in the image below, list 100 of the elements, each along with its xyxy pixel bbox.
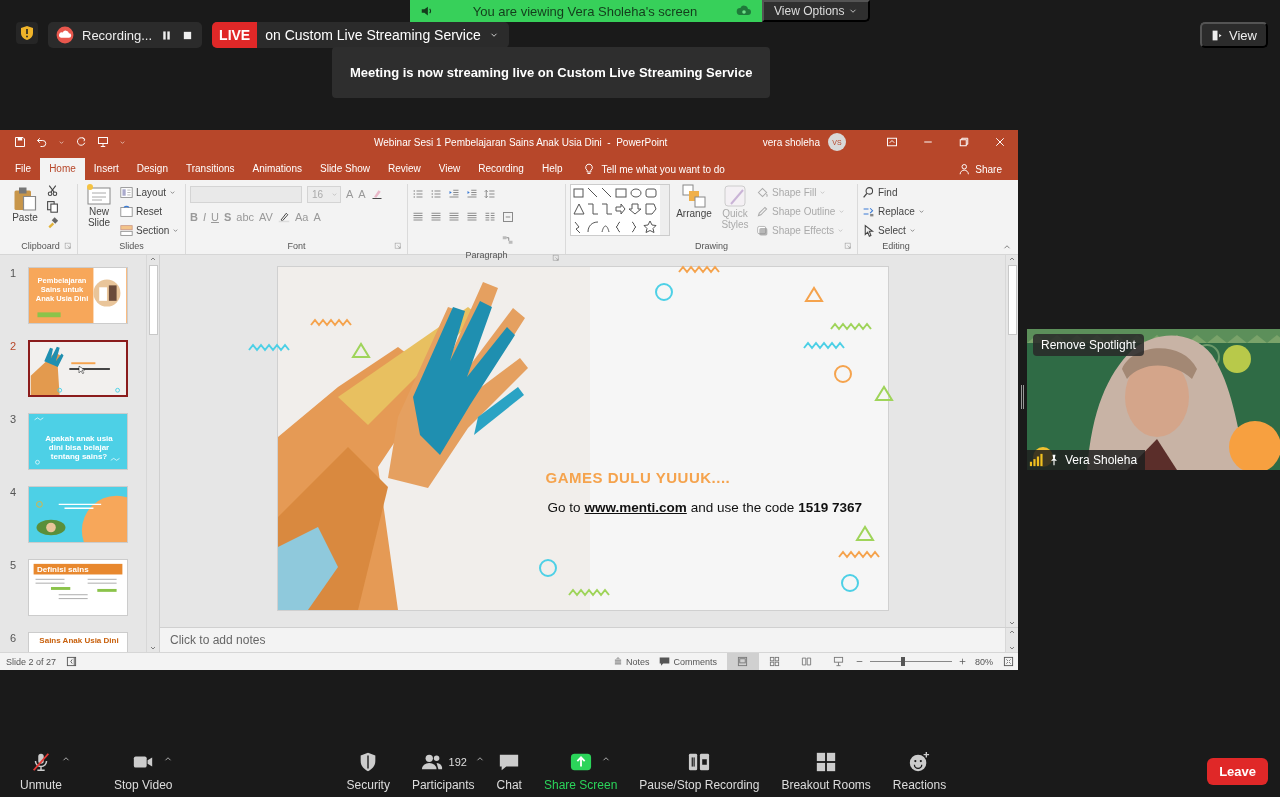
- dialog-launcher-icon[interactable]: [844, 242, 853, 251]
- dialog-launcher-icon[interactable]: [552, 254, 561, 263]
- leave-button[interactable]: Leave: [1207, 757, 1268, 785]
- ribbon-tab[interactable]: Review: [379, 158, 430, 180]
- toolbar-button[interactable]: Chat: [488, 750, 530, 792]
- caret-icon: [917, 207, 925, 215]
- font-style-button[interactable]: AV: [259, 211, 273, 223]
- toolbar-button[interactable]: Pause/Stop Recording: [631, 750, 768, 792]
- ribbon-tab[interactable]: Insert: [84, 158, 128, 180]
- ribbon-tab[interactable]: Slide Show: [311, 158, 379, 180]
- scrollbar[interactable]: [146, 255, 159, 652]
- copy-icon[interactable]: [46, 200, 59, 213]
- toolbar-button[interactable]: Unmute: [12, 750, 71, 792]
- notes-pane-icon[interactable]: [66, 656, 78, 667]
- view-options-button[interactable]: View Options: [762, 0, 871, 22]
- scrollbar-thumb[interactable]: [1007, 265, 1017, 335]
- ribbon-button[interactable]: Replace: [862, 203, 925, 219]
- scrollbar[interactable]: [1005, 628, 1018, 652]
- save-icon[interactable]: [14, 136, 26, 148]
- bullets-icon[interactable]: [412, 188, 424, 200]
- scroll-down-icon[interactable]: [1008, 619, 1016, 627]
- toolbar-button[interactable]: Stop Video: [106, 750, 181, 792]
- thumbnail-title: Apakah anak usia dini bisa belajar tentang sains?: [45, 434, 113, 461]
- zoom-level[interactable]: 80%: [975, 656, 993, 667]
- fit-slide-icon[interactable]: [1003, 656, 1014, 667]
- share-button[interactable]: Share: [959, 158, 1002, 180]
- ribbon-button[interactable]: Reset: [120, 203, 180, 219]
- highlight-icon[interactable]: [277, 211, 290, 223]
- text-align-icon[interactable]: [502, 211, 514, 223]
- scrollbar[interactable]: [1005, 255, 1018, 627]
- undo-icon[interactable]: [36, 136, 48, 148]
- caret-icon[interactable]: [119, 138, 126, 146]
- ribbon-tab[interactable]: Help: [532, 158, 572, 180]
- notes-field[interactable]: Click to add notes: [160, 633, 1005, 647]
- toolbar-button[interactable]: Reactions: [884, 750, 955, 792]
- clear-format-icon[interactable]: [370, 188, 383, 200]
- smartart-icon[interactable]: [502, 234, 514, 246]
- toolbar-button[interactable]: Breakout Rooms: [773, 750, 879, 792]
- font-style-button[interactable]: abc: [236, 211, 255, 223]
- tell-me-search[interactable]: Tell me what you want to do: [583, 158, 725, 180]
- link[interactable]: www.menti.com: [584, 500, 687, 515]
- scrollbar-thumb[interactable]: [148, 265, 158, 335]
- toolbar-button[interactable]: 192 Participants: [403, 750, 483, 792]
- zoom-slider[interactable]: [900, 657, 905, 666]
- line-spacing-icon[interactable]: [484, 188, 496, 200]
- ribbon-tab[interactable]: File: [6, 158, 41, 180]
- ribbon-button[interactable]: Section: [120, 222, 180, 238]
- redo-icon[interactable]: [75, 136, 87, 148]
- indent-icon[interactable]: [466, 188, 478, 200]
- restore-icon[interactable]: [958, 136, 970, 148]
- scroll-down-icon[interactable]: [1008, 644, 1016, 652]
- scroll-up-icon[interactable]: [1008, 628, 1016, 636]
- columns-icon[interactable]: [484, 211, 496, 223]
- comments-button[interactable]: Comments: [659, 656, 717, 667]
- close-icon[interactable]: [994, 136, 1006, 148]
- ribbon-button[interactable]: Find: [862, 184, 925, 200]
- toolbar-button[interactable]: Share Screen: [535, 750, 626, 792]
- brush-icon[interactable]: [46, 216, 59, 229]
- quick-styles-icon: [723, 184, 747, 208]
- resize-handle[interactable]: [1021, 385, 1024, 409]
- arrange-button[interactable]: Arrange: [674, 184, 714, 238]
- ribbon-tab[interactable]: Animations: [243, 158, 311, 180]
- present-icon[interactable]: [97, 136, 109, 148]
- slide-thumbnail[interactable]: Sains Anak Usia Dini: [28, 632, 128, 652]
- slide-thumbnail[interactable]: [28, 340, 128, 397]
- font-style-button[interactable]: I: [202, 211, 206, 223]
- dialog-launcher-icon[interactable]: [64, 242, 73, 251]
- shapes-gallery[interactable]: [570, 184, 670, 236]
- view-button[interactable]: [727, 653, 759, 670]
- zoom-in-icon[interactable]: [958, 657, 967, 666]
- paste-button[interactable]: Paste: [8, 184, 42, 238]
- ribbon-display-icon[interactable]: [886, 136, 898, 148]
- align-icon[interactable]: [430, 211, 442, 223]
- ribbon-tab[interactable]: Recording: [469, 158, 533, 180]
- notes-button[interactable]: Notes: [612, 656, 650, 667]
- font-name-field[interactable]: [190, 185, 302, 203]
- font-style-button[interactable]: U: [211, 211, 219, 223]
- scissors-icon[interactable]: [46, 184, 59, 197]
- scroll-up-icon[interactable]: [1008, 255, 1016, 263]
- remove-spotlight-button[interactable]: Remove Spotlight: [1033, 334, 1144, 356]
- caret-icon[interactable]: [58, 138, 65, 146]
- ribbon-tab[interactable]: Design: [127, 158, 177, 180]
- view-button[interactable]: View: [1200, 22, 1268, 48]
- live-stream-indicator[interactable]: LIVE on Custom Live Streaming Service: [212, 22, 509, 48]
- indent-icon[interactable]: [448, 188, 460, 200]
- align-icon[interactable]: [466, 211, 478, 223]
- ribbon-tab[interactable]: Home: [40, 158, 85, 180]
- ribbon-button[interactable]: Select: [862, 222, 925, 238]
- new-slide-button[interactable]: New Slide: [82, 184, 116, 238]
- dialog-launcher-icon[interactable]: [394, 242, 403, 251]
- scroll-down-icon[interactable]: [149, 644, 157, 652]
- numbering-icon[interactable]: [430, 188, 442, 200]
- scroll-up-icon[interactable]: [149, 255, 157, 263]
- ribbon-tab[interactable]: Transitions: [176, 158, 244, 180]
- ribbon-tab[interactable]: View: [429, 158, 470, 180]
- align-icon[interactable]: [412, 211, 424, 223]
- align-icon[interactable]: [448, 211, 460, 223]
- ribbon-button[interactable]: Layout: [120, 184, 180, 200]
- notes-icon: [612, 656, 623, 667]
- toolbar-button[interactable]: Security: [338, 750, 398, 792]
